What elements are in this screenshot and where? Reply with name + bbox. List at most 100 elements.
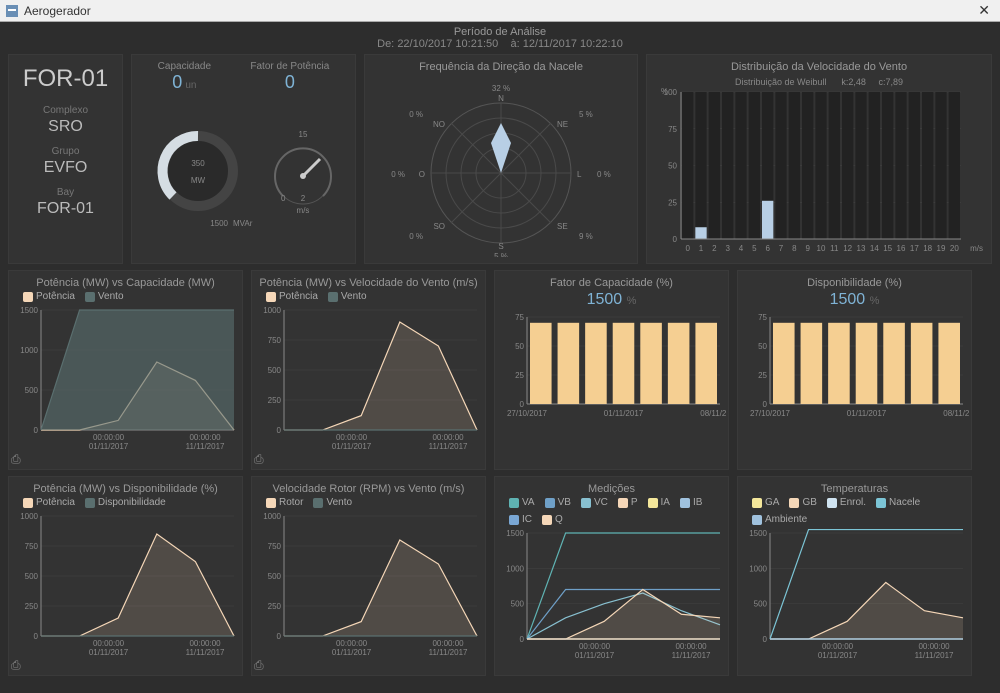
svg-text:75: 75 [515, 313, 524, 322]
svg-text:25: 25 [668, 198, 677, 207]
export-icon[interactable]: ⎙ [11, 452, 21, 467]
complexo-label: Complexo [15, 105, 116, 116]
nacelle-title: Frequência da Direção da Nacele [371, 61, 631, 73]
temperaturas-legend-item[interactable]: GB [789, 497, 816, 508]
svg-text:00:00:00: 00:00:00 [189, 639, 221, 648]
svg-text:13: 13 [857, 244, 866, 253]
disponibilidade-chart: 025507527/10/201701/11/201708/11/2017 [744, 313, 969, 428]
medicoes-legend-item[interactable]: VA [509, 497, 535, 508]
pot_vs_disp-legend-item[interactable]: Disponibilidade [85, 497, 166, 508]
legend-swatch [313, 498, 323, 508]
pot_vs_vel-chart: 0250500750100000:00:0001/11/201700:00:00… [258, 306, 483, 454]
pot_vs_vel-title: Potência (MW) vs Velocidade do Vento (m/… [258, 277, 479, 289]
svg-text:11/11/2017: 11/11/2017 [915, 651, 954, 660]
svg-text:2: 2 [712, 244, 717, 253]
svg-text:250: 250 [268, 602, 282, 611]
svg-text:250: 250 [25, 602, 39, 611]
pot_vs_vel-legend-item[interactable]: Potência [266, 291, 318, 302]
legend-label: Nacele [889, 497, 920, 508]
export-icon[interactable]: ⎙ [254, 452, 264, 467]
svg-text:15: 15 [883, 244, 892, 253]
wind-dist-k: k:2,48 [841, 77, 866, 87]
svg-text:500: 500 [511, 600, 525, 609]
pot_vs_vel-legend-item[interactable]: Vento [328, 291, 367, 302]
pot_vs_cap-legend-item[interactable]: Potência [23, 291, 75, 302]
svg-text:0 %: 0 % [409, 232, 423, 241]
rotor_vs_vento-legend-item[interactable]: Vento [313, 497, 352, 508]
wind-dist-subtitle: Distribuição de Weibull [735, 77, 826, 87]
medicoes-title: Medições [501, 483, 722, 495]
legend-label: Potência [36, 291, 75, 302]
svg-text:500: 500 [268, 366, 282, 375]
export-icon[interactable]: ⎙ [11, 658, 21, 673]
complexo-value: SRO [15, 118, 116, 136]
legend-label: P [631, 497, 638, 508]
svg-text:75: 75 [758, 313, 767, 322]
legend-label: Vento [326, 497, 352, 508]
temperaturas-legend-item[interactable]: Ambiente [752, 514, 807, 525]
pot_vs_disp-legend-item[interactable]: Potência [23, 497, 75, 508]
medicoes-legend-item[interactable]: IC [509, 514, 532, 525]
pot_vs_cap-card: Potência (MW) vs Capacidade (MW)Potência… [8, 270, 243, 470]
svg-text:0: 0 [277, 426, 282, 435]
temperaturas-legend-item[interactable]: Enrol. [827, 497, 866, 508]
medicoes-legend-item[interactable]: VC [581, 497, 608, 508]
medicoes-card: MediçõesVAVBVCPIAIBICQ05001000150000:00:… [494, 476, 729, 676]
rotor_vs_vento-legend-item[interactable]: Rotor [266, 497, 303, 508]
svg-text:1500: 1500 [749, 529, 767, 538]
svg-text:14: 14 [870, 244, 879, 253]
legend-label: Q [555, 514, 563, 525]
medicoes-legend-item[interactable]: IB [680, 497, 702, 508]
svg-text:01/11/2017: 01/11/2017 [89, 442, 129, 451]
pot_vs_disp-legend: Potência Disponibilidade [23, 497, 236, 508]
svg-text:00:00:00: 00:00:00 [189, 433, 221, 442]
legend-swatch [266, 292, 276, 302]
svg-text:11/11/2017: 11/11/2017 [429, 648, 468, 657]
legend-swatch [680, 498, 690, 508]
svg-text:11/11/2017: 11/11/2017 [186, 648, 225, 657]
rotor_vs_vento-chart: 0250500750100000:00:0001/11/201700:00:00… [258, 512, 483, 660]
legend-label: Ambiente [765, 514, 807, 525]
title-bar: Aerogerador ✕ [0, 0, 1000, 22]
bay-value: FOR-01 [15, 200, 116, 218]
svg-text:N: N [498, 94, 504, 103]
temperaturas-legend-item[interactable]: Nacele [876, 497, 920, 508]
fator_cap-card: Fator de Capacidade (%)1500 %025507527/1… [494, 270, 729, 470]
mw-value: 350 [191, 159, 205, 168]
svg-text:5 %: 5 % [579, 110, 593, 119]
legend-swatch [618, 498, 628, 508]
svg-text:5: 5 [752, 244, 757, 253]
export-icon[interactable]: ⎙ [254, 658, 264, 673]
svg-text:10: 10 [817, 244, 826, 253]
close-button[interactable]: ✕ [972, 2, 996, 19]
svg-text:00:00:00: 00:00:00 [432, 433, 464, 442]
medicoes-legend-item[interactable]: VB [545, 497, 571, 508]
svg-text:12: 12 [843, 244, 852, 253]
svg-text:50: 50 [758, 342, 767, 351]
medicoes-legend-item[interactable]: P [618, 497, 638, 508]
svg-text:500: 500 [268, 572, 282, 581]
disponibilidade-title: Disponibilidade (%) [744, 277, 965, 289]
legend-swatch [827, 498, 837, 508]
medicoes-legend-item[interactable]: Q [542, 514, 563, 525]
svg-text:0: 0 [763, 400, 768, 409]
svg-text:00:00:00: 00:00:00 [93, 433, 125, 442]
cap-unit: un [185, 80, 196, 91]
medicoes-legend: VA VB VC P IA IB IC Q [509, 497, 722, 525]
svg-text:7: 7 [779, 244, 784, 253]
legend-swatch [648, 498, 658, 508]
fp-label: Fator de Potência [250, 61, 329, 72]
svg-text:1000: 1000 [263, 512, 281, 521]
svg-text:1000: 1000 [20, 346, 38, 355]
medicoes-legend-item[interactable]: IA [648, 497, 670, 508]
pot_vs_cap-legend-item[interactable]: Vento [85, 291, 124, 302]
svg-text:11/11/2017: 11/11/2017 [672, 651, 711, 660]
legend-swatch [581, 498, 591, 508]
temperaturas-legend-item[interactable]: GA [752, 497, 779, 508]
legend-label: IC [522, 514, 532, 525]
legend-swatch [85, 292, 95, 302]
svg-text:9 %: 9 % [579, 232, 593, 241]
legend-label: VA [522, 497, 535, 508]
svg-text:750: 750 [268, 542, 282, 551]
svg-text:O: O [419, 170, 425, 179]
